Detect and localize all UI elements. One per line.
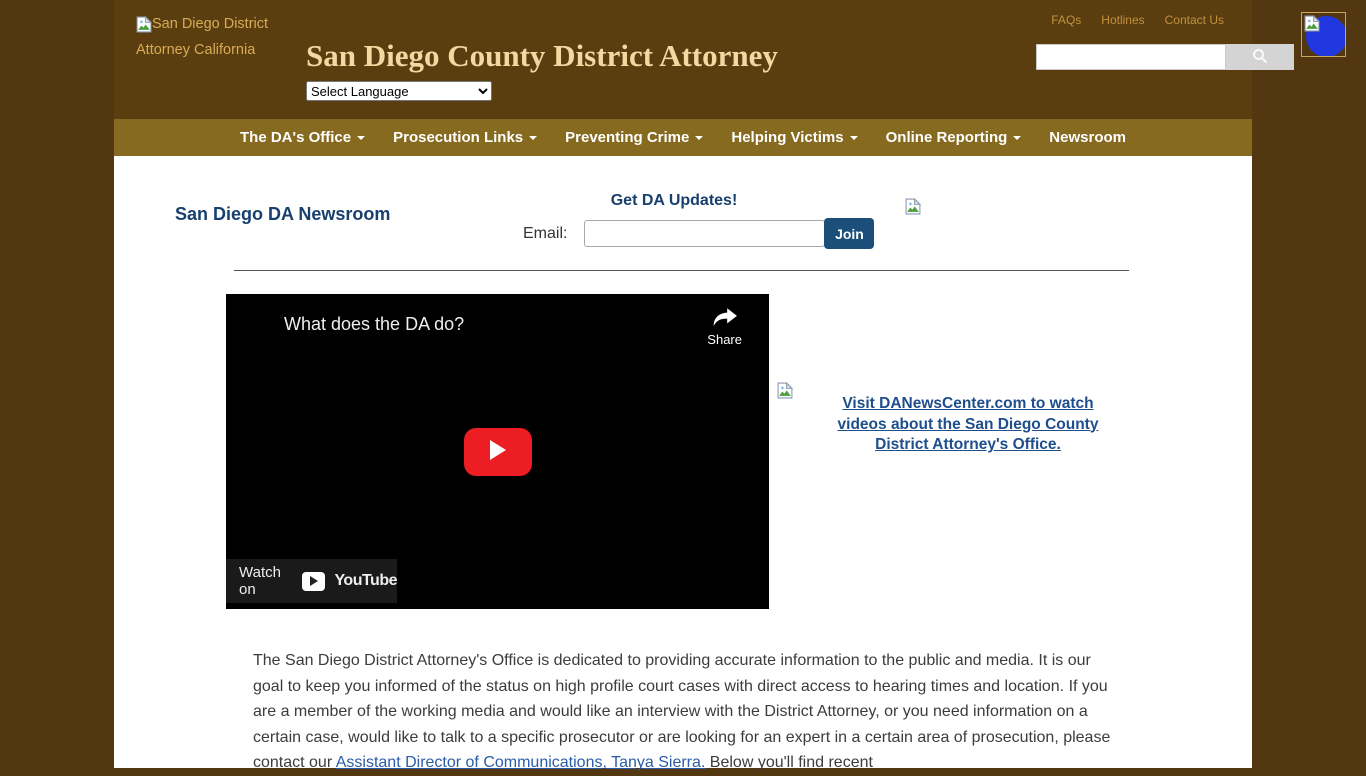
broken-image-icon: [905, 198, 921, 220]
youtube-logo-icon: [302, 572, 325, 591]
search-input[interactable]: [1036, 44, 1226, 70]
top-link-faqs[interactable]: FAQs: [1051, 13, 1081, 27]
main-content: San Diego DA Newsroom Get DA Updates! Em…: [114, 156, 1252, 768]
youtube-wordmark: YouTube: [334, 572, 397, 590]
video-title-link[interactable]: What does the DA do?: [284, 314, 464, 335]
danewscenter-promo: Visit DANewsCenter.com to watch videos a…: [769, 294, 1252, 609]
broken-image-icon: [1304, 15, 1320, 37]
newsroom-header-row: San Diego DA Newsroom Get DA Updates! Em…: [114, 156, 1252, 270]
top-link-hotlines[interactable]: Hotlines: [1101, 13, 1144, 27]
nav-item-preventing-crime[interactable]: Preventing Crime: [551, 119, 717, 156]
main-nav: The DA's Office Prosecution Links Preven…: [114, 119, 1252, 156]
video-row: What does the DA do? Share Watch on YouT…: [114, 294, 1252, 609]
utility-links: FAQs Hotlines Contact Us: [1051, 13, 1224, 27]
nav-item-helping-victims[interactable]: Helping Victims: [717, 119, 871, 156]
nav-item-online-reporting[interactable]: Online Reporting: [872, 119, 1036, 156]
video-play-button[interactable]: [464, 428, 532, 476]
nav-item-label: The DA's Office: [240, 129, 351, 146]
communications-director-link[interactable]: Assistant Director of Communications, Ta…: [336, 754, 706, 771]
language-select[interactable]: Select Language: [306, 81, 492, 101]
nav-item-label: Newsroom: [1049, 129, 1126, 146]
page: { "header": { "logo_alt_text": "San Dieg…: [0, 0, 1366, 768]
logo-alt-text: San Diego District Attorney California: [136, 16, 268, 58]
updates-title: Get DA Updates!: [523, 192, 881, 210]
share-arrow-icon: [707, 307, 742, 329]
watch-on-label: Watch on: [239, 564, 293, 598]
accessibility-widget[interactable]: [1301, 12, 1346, 57]
intro-paragraph: The San Diego District Attorney's Office…: [253, 648, 1113, 776]
broken-image-icon: [777, 382, 793, 404]
nav-item-label: Prosecution Links: [393, 129, 523, 146]
share-button[interactable]: Share: [707, 307, 742, 347]
intro-text-after-link: Below you'll find recent: [705, 754, 873, 771]
page-title: San Diego DA Newsroom: [175, 204, 390, 225]
top-link-contact-us[interactable]: Contact Us: [1165, 13, 1224, 27]
youtube-video-player[interactable]: What does the DA do? Share Watch on YouT…: [226, 294, 769, 609]
share-label: Share: [707, 332, 742, 347]
nav-item-newsroom[interactable]: Newsroom: [1035, 119, 1140, 156]
email-signup-row: Email: Join: [523, 218, 881, 249]
site-logo[interactable]: San Diego District Attorney California: [136, 14, 288, 61]
nav-item-the-das-office[interactable]: The DA's Office: [226, 119, 379, 156]
danewscenter-link[interactable]: Visit DANewsCenter.com to watch videos a…: [833, 394, 1103, 456]
chevron-down-icon: [850, 136, 858, 140]
da-updates-signup: Get DA Updates! Email: Join: [523, 192, 881, 249]
join-button[interactable]: Join: [824, 218, 874, 249]
youtube-play-icon: [487, 438, 509, 465]
chevron-down-icon: [357, 136, 365, 140]
email-input[interactable]: [584, 220, 825, 247]
site-title: San Diego County District Attorney: [306, 38, 778, 74]
nav-item-label: Online Reporting: [886, 129, 1008, 146]
email-label: Email:: [523, 225, 567, 243]
nav-item-prosecution-links[interactable]: Prosecution Links: [379, 119, 551, 156]
site-header: San Diego District Attorney California S…: [114, 0, 1252, 119]
search-bar: [1036, 44, 1294, 70]
chevron-down-icon: [695, 136, 703, 140]
search-button[interactable]: [1226, 44, 1294, 70]
nav-item-label: Helping Victims: [731, 129, 843, 146]
magnifier-icon: [1252, 48, 1268, 67]
page-container: San Diego District Attorney California S…: [114, 0, 1252, 768]
broken-image-icon: [136, 16, 152, 40]
chevron-down-icon: [1013, 136, 1021, 140]
chevron-down-icon: [529, 136, 537, 140]
nav-item-label: Preventing Crime: [565, 129, 689, 146]
watch-on-youtube-button[interactable]: Watch on YouTube: [226, 559, 397, 603]
divider: [234, 270, 1129, 271]
